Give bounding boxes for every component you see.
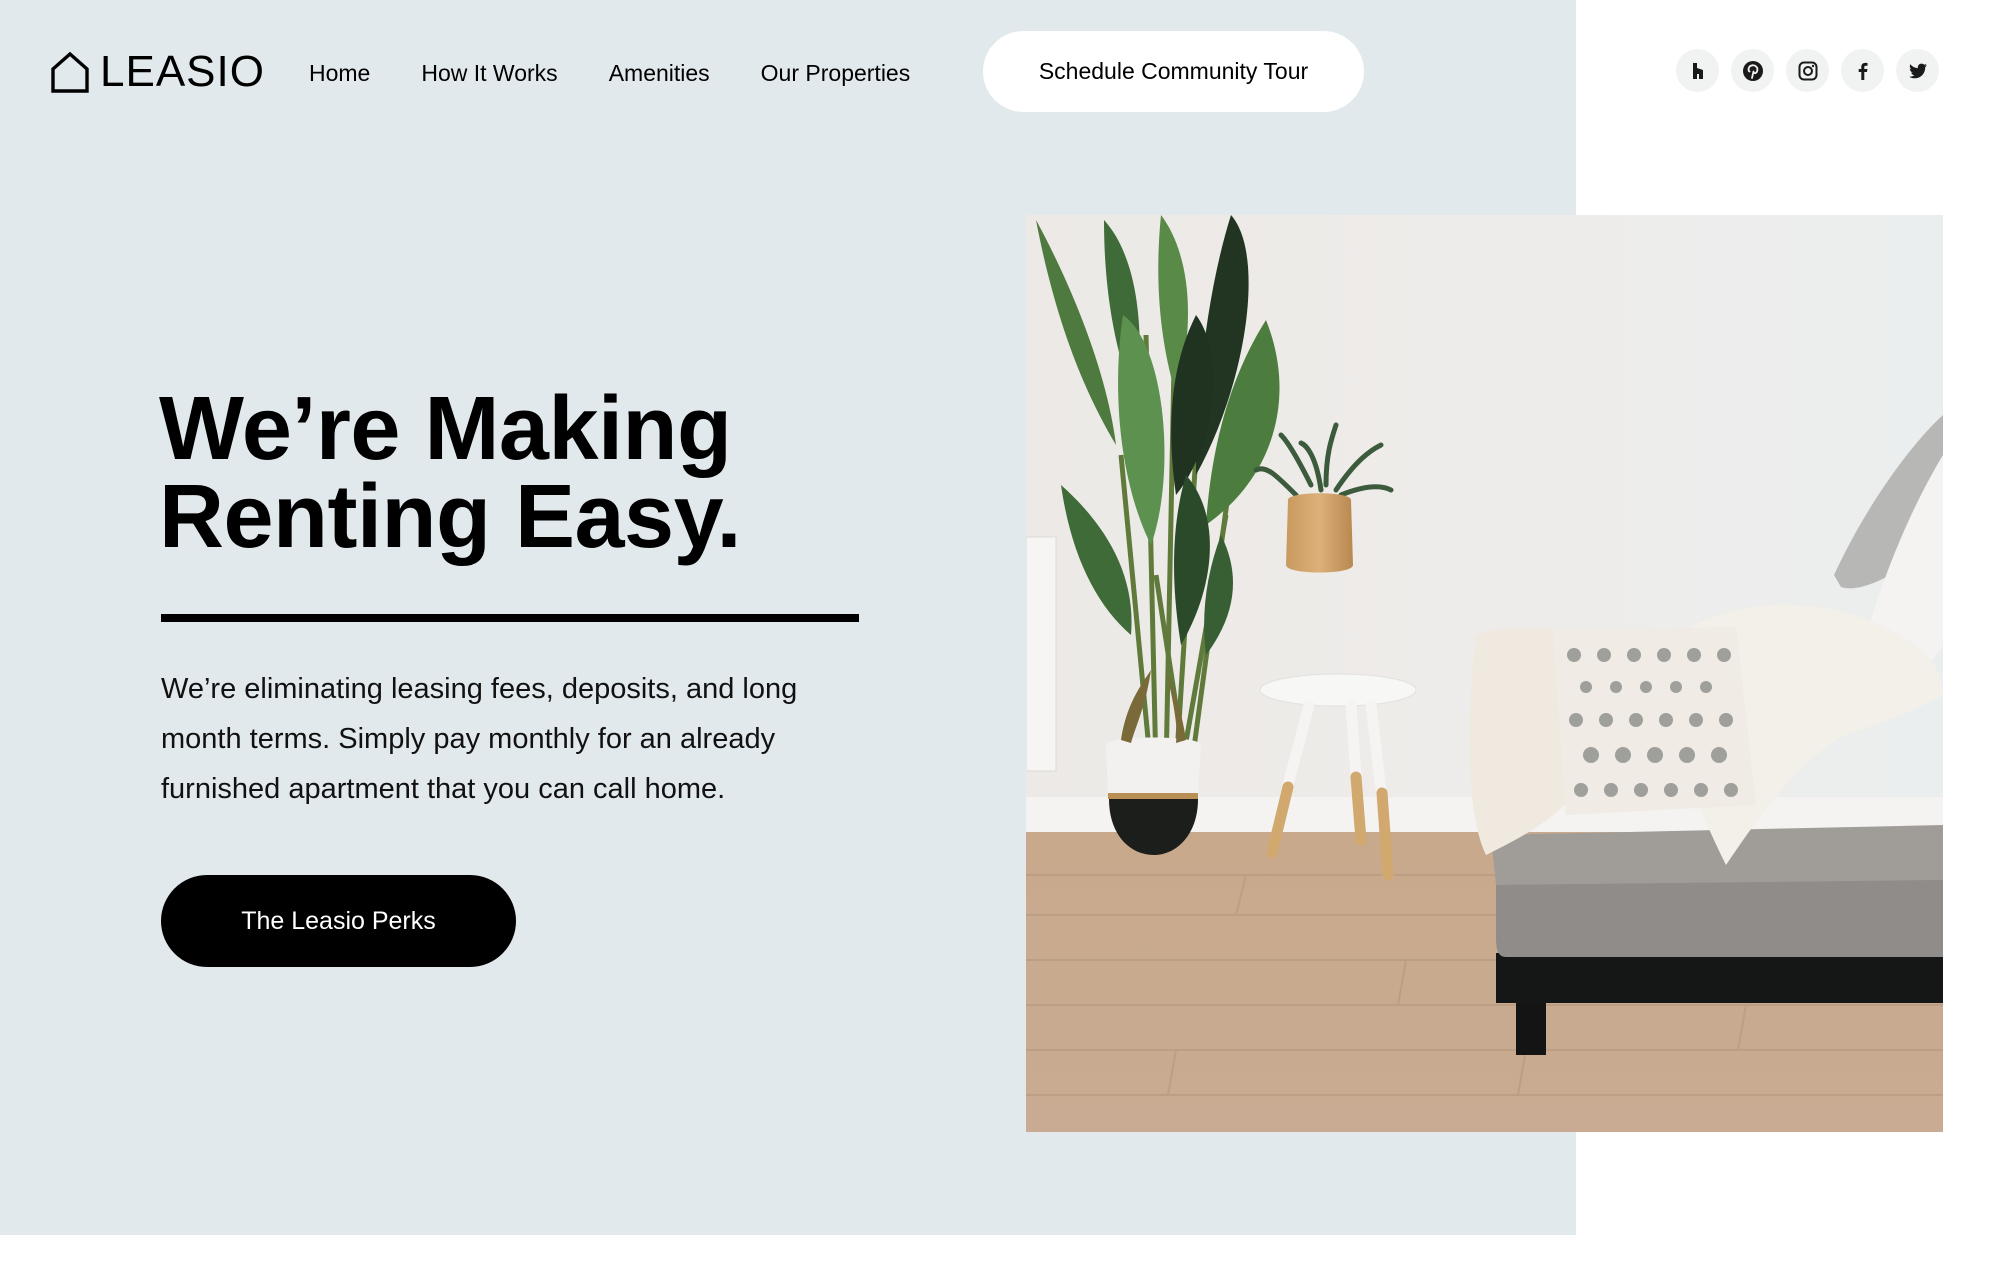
cabinet-edge bbox=[1026, 536, 1057, 772]
nav-how-it-works[interactable]: How It Works bbox=[421, 56, 557, 90]
twitter-link[interactable] bbox=[1896, 49, 1939, 92]
nav-home[interactable]: Home bbox=[309, 56, 370, 90]
schedule-tour-button[interactable]: Schedule Community Tour bbox=[983, 31, 1364, 112]
nav-amenities[interactable]: Amenities bbox=[609, 56, 710, 90]
main-nav: Home How It Works Amenities Our Properti… bbox=[309, 56, 910, 90]
social-links bbox=[1676, 49, 1939, 92]
hero-description-line: furnished apartment that you can call ho… bbox=[161, 773, 726, 805]
hero-headline-line: We’re Making bbox=[159, 379, 732, 479]
facebook-icon bbox=[1858, 62, 1867, 80]
facebook-link[interactable] bbox=[1841, 49, 1884, 92]
hero-description: We’re eliminating leasing fees, deposits… bbox=[161, 664, 881, 814]
hero-divider bbox=[161, 614, 859, 622]
instagram-link[interactable] bbox=[1786, 49, 1829, 92]
hero-headline: We’re Making Renting Easy. bbox=[159, 379, 919, 567]
leasio-perks-button[interactable]: The Leasio Perks bbox=[161, 875, 516, 967]
brand-logo[interactable]: LEASIO bbox=[50, 50, 265, 94]
pinterest-link[interactable] bbox=[1731, 49, 1774, 92]
houzz-icon bbox=[1692, 62, 1703, 79]
houzz-link[interactable] bbox=[1676, 49, 1719, 92]
brand-name: LEASIO bbox=[100, 47, 265, 96]
hero-description-line: month terms. Simply pay monthly for an a… bbox=[161, 723, 776, 755]
house-outline-icon bbox=[51, 51, 89, 93]
patterned-throw bbox=[1553, 627, 1756, 815]
instagram-icon bbox=[1798, 61, 1817, 80]
pinterest-icon bbox=[1742, 60, 1763, 81]
nav-our-properties[interactable]: Our Properties bbox=[761, 56, 911, 90]
hero-description-line: We’re eliminating leasing fees, deposits… bbox=[161, 673, 798, 705]
hero-photo bbox=[1026, 215, 1943, 1132]
hero-headline-line: Renting Easy. bbox=[159, 467, 741, 567]
living-room-photo bbox=[1026, 215, 1943, 1132]
twitter-icon bbox=[1908, 63, 1927, 78]
